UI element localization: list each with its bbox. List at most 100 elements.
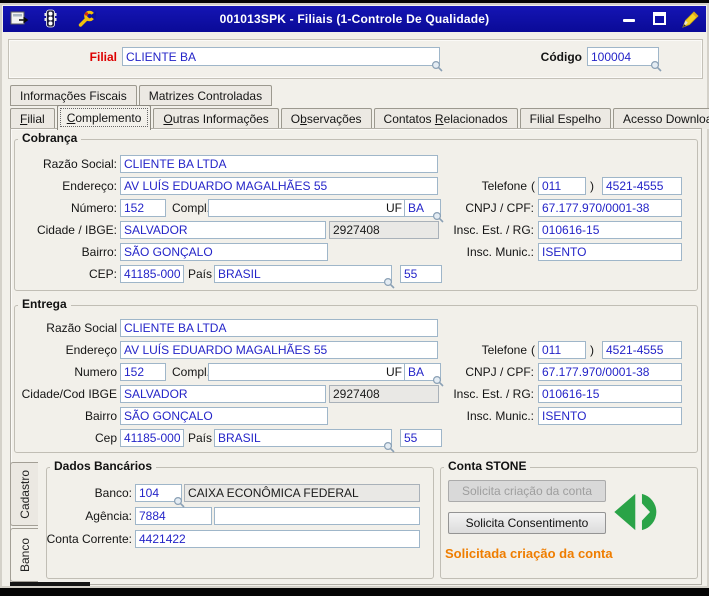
compl-input[interactable] (208, 199, 406, 217)
ddd-field (538, 341, 586, 359)
minimize-button[interactable] (623, 19, 635, 22)
pais-cod-input[interactable] (400, 265, 442, 283)
compl-label: Compl. (172, 365, 211, 379)
cep-input[interactable] (120, 429, 184, 447)
insc-mun-label: Insc. Munic.: (466, 409, 534, 423)
paren-close: ) (590, 179, 594, 193)
solicita-consentimento-button[interactable]: Solicita Consentimento (448, 512, 606, 534)
bairro-label: Bairro: (81, 245, 117, 259)
pais-cod-input[interactable] (400, 429, 442, 447)
pais-field (214, 265, 395, 289)
filial-label: Filial (89, 50, 117, 64)
uf-lookup-icon[interactable] (432, 211, 445, 224)
ibge-field (329, 385, 439, 403)
razao-social-input[interactable] (120, 319, 438, 337)
pais-lookup-icon[interactable] (383, 277, 396, 290)
cidade-input[interactable] (120, 221, 326, 239)
bairro-field (120, 407, 328, 425)
banco-nome-field (184, 484, 420, 502)
bairro-input[interactable] (120, 243, 328, 261)
tab-label: O (290, 112, 301, 126)
solicita-criacao-button[interactable]: Solicita criação da conta (448, 480, 606, 502)
insc-mun-field (538, 243, 682, 261)
cnpj-input[interactable] (538, 363, 682, 381)
pais-lookup-icon[interactable] (383, 441, 396, 454)
numero-field (120, 199, 166, 217)
numero-input[interactable] (120, 363, 166, 381)
tab-contatos-relacionados[interactable]: Contatos Relacionados (373, 108, 518, 129)
conta-corrente-input[interactable] (135, 530, 420, 548)
ibge-readonly (329, 385, 439, 403)
tab-matrizes-controladas[interactable]: Matrizes Controladas (138, 85, 273, 106)
tab-filial[interactable]: Filial (10, 108, 55, 129)
cnpj-field (538, 199, 682, 217)
cnpj-input[interactable] (538, 199, 682, 217)
insc-mun-input[interactable] (538, 407, 682, 425)
ddd-input[interactable] (538, 177, 586, 195)
tab-complemento[interactable]: Complemento (56, 105, 152, 130)
numero-label: Numero (74, 365, 117, 379)
compl-field (208, 363, 406, 381)
tab-observacoes[interactable]: Observações (280, 108, 372, 129)
cep-label: Cep (94, 431, 117, 445)
banco-cod-field (135, 484, 185, 508)
bairro-input[interactable] (120, 407, 328, 425)
conta-stone-title: Conta STONE (444, 459, 531, 473)
telefone-input[interactable] (602, 341, 682, 359)
side-tab-cadastro[interactable]: Cadastro (10, 462, 38, 526)
razao-social-label: Razão Social: (42, 157, 117, 171)
conta-corrente-label: Conta Corrente: (46, 532, 132, 546)
cep-input[interactable] (120, 265, 184, 283)
paren-close: ) (590, 343, 594, 357)
agencia-digito-field (214, 507, 420, 525)
compl-input[interactable] (208, 363, 406, 381)
banco-nome-readonly (184, 484, 420, 502)
tab-outras-informacoes[interactable]: Outras Informações (153, 108, 279, 129)
pais-input[interactable] (214, 265, 392, 283)
insc-mun-input[interactable] (538, 243, 682, 261)
insc-est-input[interactable] (538, 385, 682, 403)
numero-input[interactable] (120, 199, 166, 217)
edit-pencil-icon[interactable] (680, 9, 701, 30)
cep-field (120, 429, 184, 447)
codigo-input[interactable] (587, 47, 659, 66)
filial-input[interactable] (122, 47, 440, 66)
tab-filial-espelho[interactable]: Filial Espelho (519, 108, 612, 129)
tab-label: Filial Espelho (529, 112, 602, 126)
agencia-digito-input[interactable] (214, 507, 420, 525)
compl-field (208, 199, 406, 217)
tab-acesso-download-xml[interactable]: Acesso Download XML (613, 108, 709, 129)
tab-label: Acesso Download XML (623, 112, 709, 126)
endereco-input[interactable] (120, 341, 438, 359)
insc-est-label: Insc. Est. / RG: (453, 223, 534, 237)
numero-field (120, 363, 166, 381)
filial-lookup-icon[interactable] (431, 60, 444, 73)
uf-lookup-icon[interactable] (432, 375, 445, 388)
uf-label: UF (386, 365, 402, 379)
cidade-input[interactable] (120, 385, 326, 403)
tab-label: elacionados (443, 112, 508, 126)
pais-cod-field (400, 265, 442, 283)
pais-input[interactable] (214, 429, 392, 447)
insc-est-field (538, 221, 682, 239)
side-tab-banco[interactable]: Banco (10, 528, 38, 582)
tab-label: ilial (27, 112, 45, 126)
insc-est-input[interactable] (538, 221, 682, 239)
razao-social-input[interactable] (120, 155, 438, 173)
telefone-input[interactable] (602, 177, 682, 195)
razao-social-label: Razão Social (46, 321, 117, 335)
endereco-input[interactable] (120, 177, 438, 195)
insc-mun-field (538, 407, 682, 425)
ddd-input[interactable] (538, 341, 586, 359)
numero-label: Número: (70, 201, 117, 215)
stone-logo-icon (614, 493, 657, 531)
tab-label: utras Informações (172, 112, 269, 126)
banco-lookup-icon[interactable] (173, 496, 186, 509)
pais-field (214, 429, 395, 453)
window-title: 001013SPK - Filiais (1-Controle De Quali… (219, 12, 490, 26)
insc-est-field (538, 385, 682, 403)
maximize-button[interactable] (653, 12, 666, 25)
tab-informacoes-fiscais[interactable]: Informações Fiscais (10, 85, 137, 106)
codigo-lookup-icon[interactable] (650, 60, 663, 73)
agencia-input[interactable] (135, 507, 212, 525)
